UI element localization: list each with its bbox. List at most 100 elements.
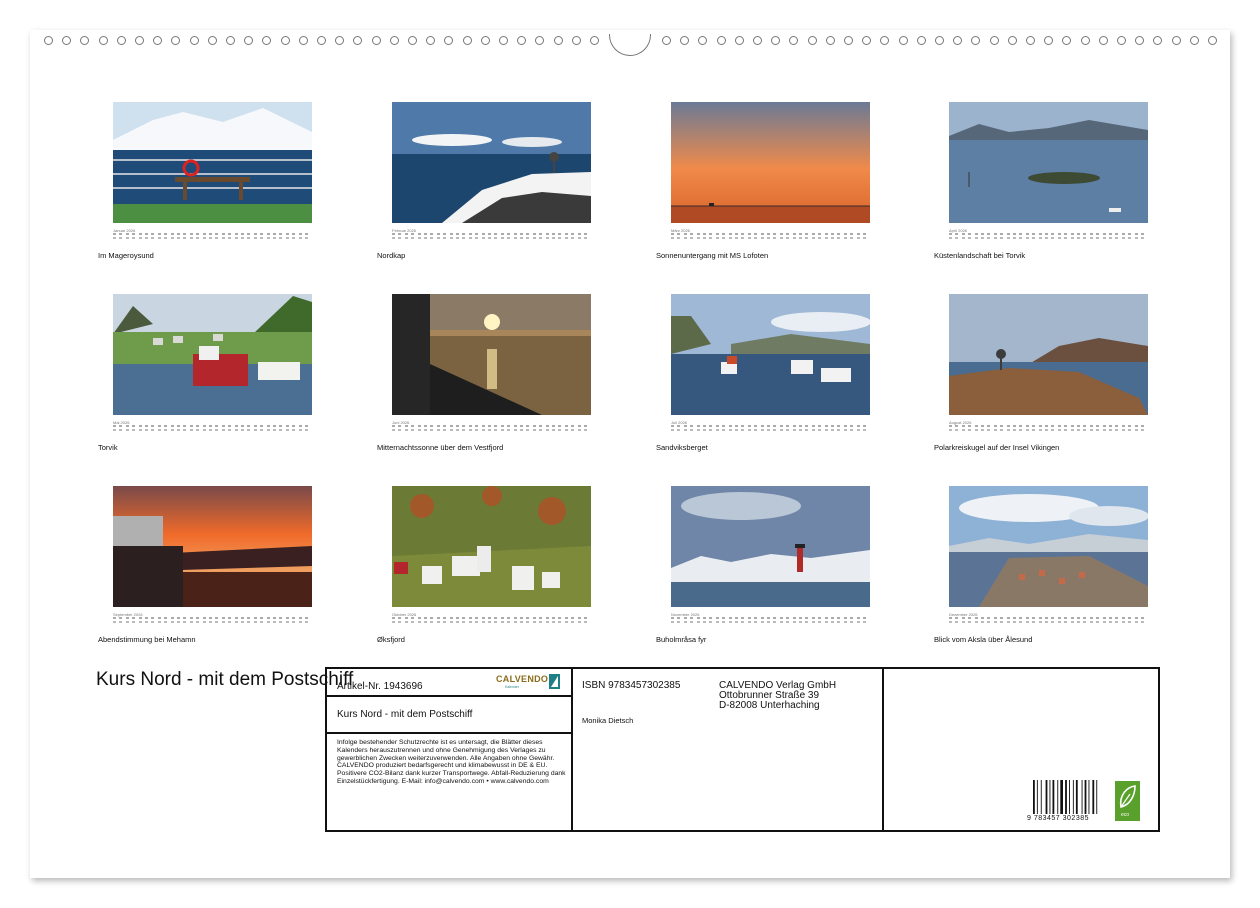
binding-ring bbox=[734, 36, 744, 45]
barcode-digits: 9 783457 302385 bbox=[1027, 815, 1089, 822]
month-photo bbox=[392, 486, 591, 607]
binding-ring bbox=[207, 36, 217, 45]
photo-caption: Buholmråsa fyr bbox=[656, 635, 707, 644]
calendar-sheet: Januar 2026 Im Mageroysund Februar 2026 Nor… bbox=[30, 30, 1230, 878]
binding-ring bbox=[1153, 36, 1163, 45]
binding-ring bbox=[189, 36, 199, 45]
day-strip bbox=[392, 617, 591, 625]
article-number: Artikel-Nr. 1943696 bbox=[337, 681, 423, 692]
legal-notice: Infolge bestehender Schutzrechte ist es … bbox=[337, 739, 566, 785]
binding-ring bbox=[716, 36, 726, 45]
binding-ring bbox=[953, 36, 963, 45]
binding-ring bbox=[462, 36, 472, 45]
binding-ring bbox=[862, 36, 872, 45]
binding-ring bbox=[1080, 36, 1090, 45]
divider bbox=[327, 732, 571, 734]
day-strip bbox=[392, 425, 591, 433]
binding-ring bbox=[353, 36, 363, 45]
barcode bbox=[1033, 780, 1098, 814]
binding-ring bbox=[517, 36, 527, 45]
month-photo bbox=[949, 486, 1148, 607]
photo-caption: Sonnenuntergang mit MS Lofoten bbox=[656, 251, 769, 260]
binding-ring bbox=[262, 36, 272, 45]
info-box: Artikel-Nr. 1943696 CALVENDO Kalender Ku… bbox=[325, 667, 1160, 832]
photo-caption: Küstenlandschaft bei Torvik bbox=[934, 251, 1026, 260]
day-strip bbox=[949, 233, 1148, 241]
binding-ring bbox=[1007, 36, 1017, 45]
binding-ring bbox=[80, 36, 90, 45]
month-photo bbox=[113, 102, 312, 223]
binding-ring bbox=[935, 36, 944, 45]
binding-ring bbox=[226, 36, 235, 45]
binding-ring bbox=[916, 36, 926, 45]
binding-ring bbox=[335, 36, 345, 45]
divider bbox=[882, 669, 884, 830]
binding-ring bbox=[44, 36, 53, 45]
photo-caption: Øksfjord bbox=[377, 635, 405, 644]
binding-ring bbox=[844, 36, 853, 45]
binding-rings bbox=[30, 34, 1230, 56]
hanger-hook bbox=[609, 34, 651, 56]
month-photo bbox=[949, 294, 1148, 415]
photo-caption: Im Mageroysund bbox=[98, 251, 154, 260]
binding-ring bbox=[371, 36, 381, 45]
binding-ring bbox=[680, 36, 690, 45]
day-strip bbox=[949, 617, 1148, 625]
photo-caption: Torvik bbox=[98, 443, 118, 452]
binding-ring bbox=[1135, 36, 1145, 45]
divider bbox=[571, 669, 573, 830]
binding-ring bbox=[298, 36, 308, 45]
calvendo-logo-sub: Kalender bbox=[505, 685, 520, 689]
photo-caption: Blick vom Aksla über Ålesund bbox=[934, 635, 1033, 644]
binding-ring bbox=[825, 36, 835, 45]
binding-ring bbox=[1044, 36, 1054, 45]
isbn: ISBN 9783457302385 bbox=[582, 680, 681, 691]
photo-caption: Nordkap bbox=[377, 251, 406, 260]
binding-ring bbox=[971, 36, 981, 45]
calvendo-logo-icon bbox=[549, 674, 560, 689]
binding-ring bbox=[171, 36, 181, 45]
eco-label: eco bbox=[1121, 812, 1130, 818]
binding-ring bbox=[1189, 36, 1199, 45]
binding-ring bbox=[408, 36, 417, 45]
month-photo bbox=[392, 294, 591, 415]
binding-ring bbox=[898, 36, 908, 45]
binding-ring bbox=[499, 36, 508, 45]
binding-ring bbox=[698, 36, 708, 45]
month-photo bbox=[671, 294, 870, 415]
binding-ring bbox=[135, 36, 144, 45]
binding-ring bbox=[880, 36, 890, 45]
binding-ring bbox=[1062, 36, 1072, 45]
binding-ring bbox=[153, 36, 163, 45]
binding-ring bbox=[1208, 36, 1217, 45]
binding-ring bbox=[989, 36, 999, 45]
day-strip bbox=[392, 233, 591, 241]
month-photo bbox=[671, 102, 870, 223]
calvendo-logo: CALVENDO bbox=[496, 674, 549, 684]
binding-ring bbox=[426, 36, 436, 45]
photo-caption: Sandviksberget bbox=[656, 443, 708, 452]
binding-ring bbox=[98, 36, 108, 45]
binding-ring bbox=[317, 36, 326, 45]
month-photo bbox=[113, 294, 312, 415]
day-strip bbox=[113, 617, 312, 625]
day-strip bbox=[671, 233, 870, 241]
calendar-subtitle: Kurs Nord - mit dem Postschiff bbox=[337, 709, 473, 720]
binding-ring bbox=[553, 36, 563, 45]
author: Monika Dietsch bbox=[582, 716, 634, 725]
day-strip bbox=[671, 425, 870, 433]
binding-ring bbox=[389, 36, 399, 45]
binding-ring bbox=[280, 36, 290, 45]
month-photo bbox=[671, 486, 870, 607]
day-strip bbox=[671, 617, 870, 625]
binding-ring bbox=[535, 36, 545, 45]
day-strip bbox=[949, 425, 1148, 433]
binding-ring bbox=[753, 36, 762, 45]
binding-ring bbox=[116, 36, 126, 45]
binding-ring bbox=[1171, 36, 1181, 45]
calendar-title: Kurs Nord - mit dem Postschiff bbox=[96, 669, 354, 690]
month-photo bbox=[113, 486, 312, 607]
binding-ring bbox=[244, 36, 254, 45]
binding-ring bbox=[1026, 36, 1035, 45]
binding-ring bbox=[771, 36, 781, 45]
